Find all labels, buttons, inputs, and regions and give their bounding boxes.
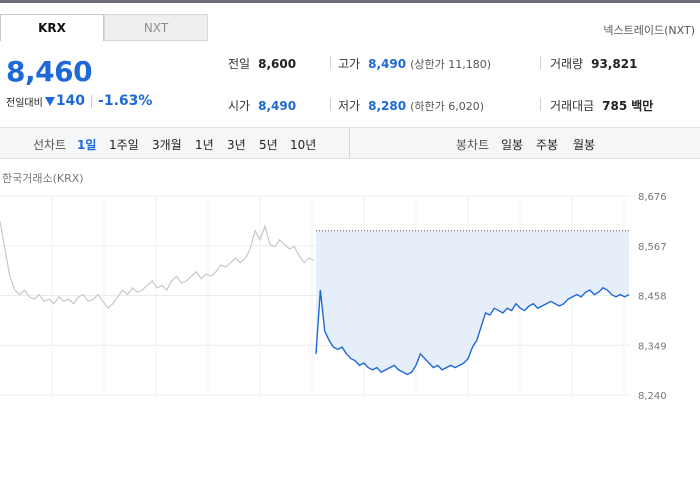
stat-value: 8,280 bbox=[368, 98, 407, 113]
stat-label: 전일 bbox=[228, 57, 251, 71]
stat-value: 785 bbox=[602, 98, 628, 113]
price-change: 전일대비 140 -1.63% bbox=[6, 93, 152, 109]
stat-value: 8,600 bbox=[258, 56, 297, 71]
change-percent: -1.63% bbox=[98, 93, 153, 109]
change-label: 전일대비 bbox=[6, 97, 43, 109]
today-fill bbox=[316, 230, 629, 375]
stat-prev-close: 전일 8,600 bbox=[228, 55, 296, 72]
period-3y[interactable]: 3년 bbox=[227, 136, 246, 153]
period-weekly-candle[interactable]: 주봉 bbox=[536, 136, 558, 153]
change-amount: 140 bbox=[55, 93, 86, 109]
period-daily-candle[interactable]: 일봉 bbox=[501, 136, 523, 153]
stat-label: 거래량 bbox=[550, 57, 584, 71]
market-tabs: KRX NXT bbox=[0, 14, 700, 41]
chart-toolbar: 선차트 1일 1주일 3개월 1년 3년 5년 10년 봉차트 일봉 주봉 월봉 bbox=[0, 127, 700, 159]
exchange-caption: 한국거래소(KRX) bbox=[2, 172, 84, 185]
tab-krx[interactable]: KRX bbox=[0, 14, 104, 41]
y-tick-label: 8,567 bbox=[638, 242, 667, 253]
today-area bbox=[316, 230, 629, 375]
period-1d[interactable]: 1일 bbox=[77, 136, 96, 153]
y-tick-label: 8,458 bbox=[638, 292, 667, 303]
upper-limit: (상한가 11,180) bbox=[410, 57, 491, 71]
y-tick-label: 8,240 bbox=[638, 391, 667, 400]
stat-label: 시가 bbox=[228, 99, 251, 113]
stat-unit: 백만 bbox=[631, 99, 654, 113]
stat-amount: 거래대금 785 백만 bbox=[550, 97, 653, 114]
stat-separator bbox=[330, 98, 331, 111]
toolbar-divider bbox=[349, 128, 350, 158]
period-3m[interactable]: 3개월 bbox=[152, 136, 182, 153]
down-triangle-icon bbox=[44, 96, 55, 106]
stat-value: 8,490 bbox=[258, 98, 297, 113]
stat-low: 저가 8,280 (하한가 6,020) bbox=[338, 97, 484, 114]
tab-divider bbox=[104, 40, 208, 41]
stat-separator bbox=[330, 56, 331, 69]
period-5y[interactable]: 5년 bbox=[259, 136, 278, 153]
price-chart[interactable]: 8,676 8,567 8,458 8,349 8,240 bbox=[0, 185, 700, 400]
y-tick-label: 8,349 bbox=[638, 341, 667, 352]
stat-separator bbox=[540, 98, 541, 111]
change-separator bbox=[91, 94, 93, 108]
period-monthly-candle[interactable]: 월봉 bbox=[573, 136, 595, 153]
line-chart-label: 선차트 bbox=[33, 138, 67, 152]
stat-label: 저가 bbox=[338, 99, 361, 113]
stat-open: 시가 8,490 bbox=[228, 97, 296, 114]
period-1y[interactable]: 1년 bbox=[195, 136, 214, 153]
stat-volume: 거래량 93,821 bbox=[550, 55, 637, 72]
y-axis-ticks: 8,676 8,567 8,458 8,349 8,240 bbox=[638, 192, 667, 400]
lower-limit: (하한가 6,020) bbox=[410, 99, 484, 113]
stat-label: 고가 bbox=[338, 57, 361, 71]
current-price: 8,460 bbox=[6, 55, 93, 88]
stat-separator bbox=[540, 56, 541, 69]
stat-value: 93,821 bbox=[591, 56, 638, 71]
top-rule bbox=[0, 0, 700, 3]
stat-label: 거래대금 bbox=[550, 99, 595, 113]
nxt-link[interactable]: 넥스트레이드(NXT) bbox=[603, 22, 695, 38]
stat-value: 8,490 bbox=[368, 56, 407, 71]
candle-chart-label: 봉차트 bbox=[456, 138, 490, 152]
period-10y[interactable]: 10년 bbox=[290, 136, 316, 153]
tab-nxt[interactable]: NXT bbox=[104, 14, 208, 41]
stat-high: 고가 8,490 (상한가 11,180) bbox=[338, 55, 491, 72]
period-1w[interactable]: 1주일 bbox=[109, 136, 139, 153]
y-tick-label: 8,676 bbox=[638, 192, 667, 203]
